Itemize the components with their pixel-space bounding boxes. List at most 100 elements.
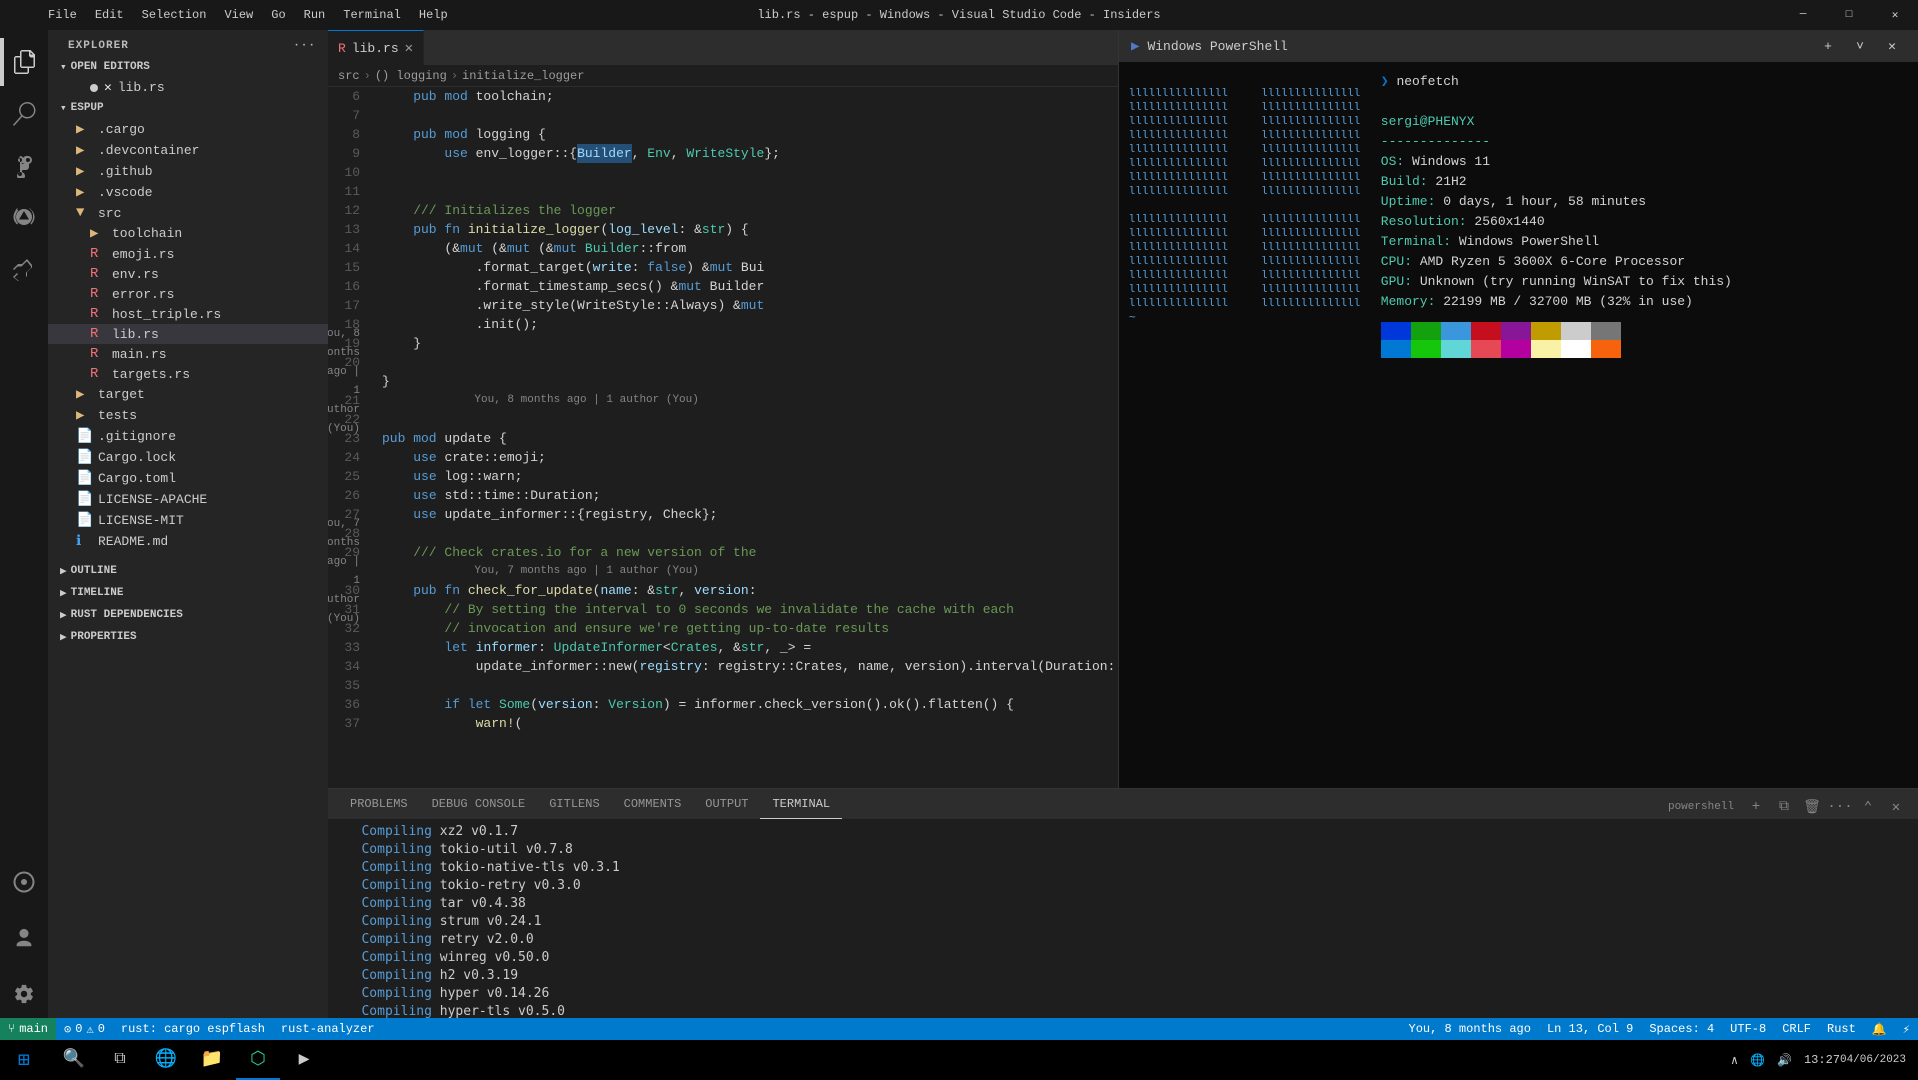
menu-view[interactable]: View [216, 0, 261, 30]
breadcrumb-item-src[interactable]: src [338, 69, 360, 83]
extensions-activity-icon[interactable] [0, 246, 48, 294]
sidebar-item-toolchain[interactable]: ▶ toolchain [48, 223, 328, 244]
close-button[interactable]: ✕ [1872, 0, 1918, 30]
sidebar-item-error[interactable]: R error.rs [48, 284, 328, 304]
menu-edit[interactable]: Edit [87, 0, 132, 30]
tab-problems[interactable]: PROBLEMS [338, 789, 420, 819]
sidebar-item-targets[interactable]: R targets.rs [48, 364, 328, 384]
rust-analyzer-label: rust-analyzer [281, 1022, 375, 1036]
taskbar-vscode[interactable]: ⬡ [236, 1040, 280, 1080]
start-button[interactable]: ⊞ [0, 1040, 48, 1080]
sidebar-item-lib[interactable]: R lib.rs [48, 324, 328, 344]
menu-file[interactable]: File [40, 0, 85, 30]
status-encoding[interactable]: UTF-8 [1722, 1018, 1774, 1040]
menu-selection[interactable]: Selection [134, 0, 215, 30]
sidebar-item-label: .vscode [98, 185, 153, 200]
tab-output[interactable]: OUTPUT [693, 789, 760, 819]
ps-add-icon[interactable]: + [1814, 34, 1842, 58]
ps-close-icon[interactable]: ✕ [1878, 34, 1906, 58]
clock[interactable]: 13:27 04/06/2023 [1800, 1040, 1910, 1080]
file-icon: R [90, 306, 106, 322]
explorer-activity-icon[interactable] [0, 38, 48, 86]
tab-debug-console[interactable]: DEBUG CONSOLE [420, 789, 538, 819]
add-terminal-button[interactable]: + [1744, 795, 1768, 819]
more-actions-button[interactable]: ··· [1828, 795, 1852, 819]
status-line-ending[interactable]: CRLF [1774, 1018, 1819, 1040]
status-cargo-espflash[interactable]: rust: cargo espflash [113, 1018, 273, 1040]
sidebar-item-gitignore[interactable]: 📄 .gitignore [48, 426, 328, 447]
taskbar-file-explorer[interactable]: 📁 [190, 1040, 234, 1080]
sidebar-item-target[interactable]: ▶ target [48, 384, 328, 405]
outline-section[interactable]: ▶ OUTLINE [48, 560, 328, 582]
status-bar: ⑂ main ⊙ 0 ⚠ 0 rust: cargo espflash rust… [0, 1018, 1918, 1040]
ps-terminal-value: Windows PowerShell [1459, 234, 1599, 249]
sidebar-item-label: src [98, 206, 121, 221]
open-editor-lib-rs[interactable]: ✕ lib.rs [48, 78, 328, 97]
split-terminal-button[interactable]: ⧉ [1772, 795, 1796, 819]
open-editors-section[interactable]: ▾ OPEN EDITORS [48, 56, 328, 78]
run-debug-activity-icon[interactable] [0, 194, 48, 242]
sidebar-item-env[interactable]: R env.rs [48, 264, 328, 284]
tab-close-icon[interactable]: ✕ [405, 40, 413, 57]
sidebar-item-cargo-toml[interactable]: 📄 Cargo.toml [48, 468, 328, 489]
sidebar-item-cargo-lock[interactable]: 📄 Cargo.lock [48, 447, 328, 468]
sidebar-item-emoji[interactable]: R emoji.rs [48, 244, 328, 264]
volume-icon[interactable]: 🔊 [1773, 1040, 1796, 1080]
status-blame[interactable]: You, 8 months ago [1401, 1018, 1539, 1040]
breadcrumb-item-initialize-logger[interactable]: initialize_logger [462, 69, 584, 83]
status-language[interactable]: Rust [1819, 1018, 1864, 1040]
terminal-content[interactable]: Compiling xz2 v0.1.7 Compiling tokio-uti… [328, 819, 1918, 1018]
sidebar-item-license-apache[interactable]: 📄 LICENSE-APACHE [48, 489, 328, 510]
kill-terminal-button[interactable]: 🗑 [1800, 795, 1824, 819]
sidebar-item-devcontainer[interactable]: ▶ .devcontainer [48, 140, 328, 161]
sidebar-item-license-mit[interactable]: 📄 LICENSE-MIT [48, 510, 328, 531]
timeline-section[interactable]: ▶ TIMELINE [48, 582, 328, 604]
sidebar-item-cargo[interactable]: ▶ .cargo [48, 119, 328, 140]
sidebar-item-vscode[interactable]: ▶ .vscode [48, 182, 328, 203]
rust-deps-section[interactable]: ▶ RUST DEPENDENCIES [48, 604, 328, 626]
menu-terminal[interactable]: Terminal [335, 0, 409, 30]
tab-lib-rs[interactable]: R lib.rs ✕ [328, 30, 424, 65]
status-rust-analyzer[interactable]: rust-analyzer [273, 1018, 383, 1040]
status-indent[interactable]: Spaces: 4 [1641, 1018, 1722, 1040]
status-remote[interactable]: ⚡ [1895, 1018, 1918, 1040]
taskbar-search[interactable]: 🔍 [52, 1040, 96, 1080]
menu-run[interactable]: Run [296, 0, 334, 30]
status-errors[interactable]: ⊙ 0 ⚠ 0 [56, 1018, 113, 1040]
system-tray[interactable]: ∧ [1727, 1040, 1742, 1080]
maximize-panel-button[interactable]: ⌃ [1856, 795, 1880, 819]
accounts-activity-icon[interactable] [0, 914, 48, 962]
ps-chevron-icon[interactable]: ˅ [1846, 34, 1874, 58]
sidebar-item-main[interactable]: R main.rs [48, 344, 328, 364]
sidebar-more-icon[interactable]: ··· [293, 40, 316, 52]
status-notifications[interactable]: 🔔 [1864, 1018, 1895, 1040]
status-cursor-position[interactable]: Ln 13, Col 9 [1539, 1018, 1641, 1040]
sidebar-item-readme[interactable]: ℹ README.md [48, 531, 328, 552]
sidebar-item-github[interactable]: ▶ .github [48, 161, 328, 182]
espup-section[interactable]: ▾ ESPUP [48, 97, 328, 119]
taskbar-taskview[interactable]: ⧉ [98, 1040, 142, 1080]
breadcrumb-item-logging[interactable]: () logging [375, 69, 447, 83]
code-content[interactable]: 6 7 8 9 10 11 12 13 14 15 16 17 18 19 [328, 87, 1118, 788]
sidebar-item-host-triple[interactable]: R host_triple.rs [48, 304, 328, 324]
properties-section[interactable]: ▶ PROPERTIES [48, 626, 328, 648]
sidebar-item-tests[interactable]: ▶ tests [48, 405, 328, 426]
menu-go[interactable]: Go [263, 0, 293, 30]
maximize-button[interactable]: □ [1826, 0, 1872, 30]
sidebar-item-src[interactable]: ▼ src [48, 203, 328, 223]
remote-explorer-activity-icon[interactable] [0, 858, 48, 906]
tab-gitlens[interactable]: GITLENS [537, 789, 611, 819]
source-control-activity-icon[interactable] [0, 142, 48, 190]
menu-help[interactable]: Help [411, 0, 456, 30]
taskbar-edge[interactable]: 🌐 [144, 1040, 188, 1080]
taskbar-terminal[interactable]: ▶ [282, 1040, 326, 1080]
close-panel-button[interactable]: ✕ [1884, 795, 1908, 819]
tab-terminal[interactable]: TERMINAL [760, 789, 842, 819]
settings-activity-icon[interactable] [0, 970, 48, 1018]
network-icon[interactable]: 🌐 [1746, 1040, 1769, 1080]
status-git-branch[interactable]: ⑂ main [0, 1018, 56, 1040]
minimize-button[interactable]: ─ [1780, 0, 1826, 30]
tab-comments[interactable]: COMMENTS [612, 789, 694, 819]
sidebar-content[interactable]: ▾ OPEN EDITORS ✕ lib.rs ▾ ESPUP ▶ .cargo… [48, 56, 328, 1018]
search-activity-icon[interactable] [0, 90, 48, 138]
